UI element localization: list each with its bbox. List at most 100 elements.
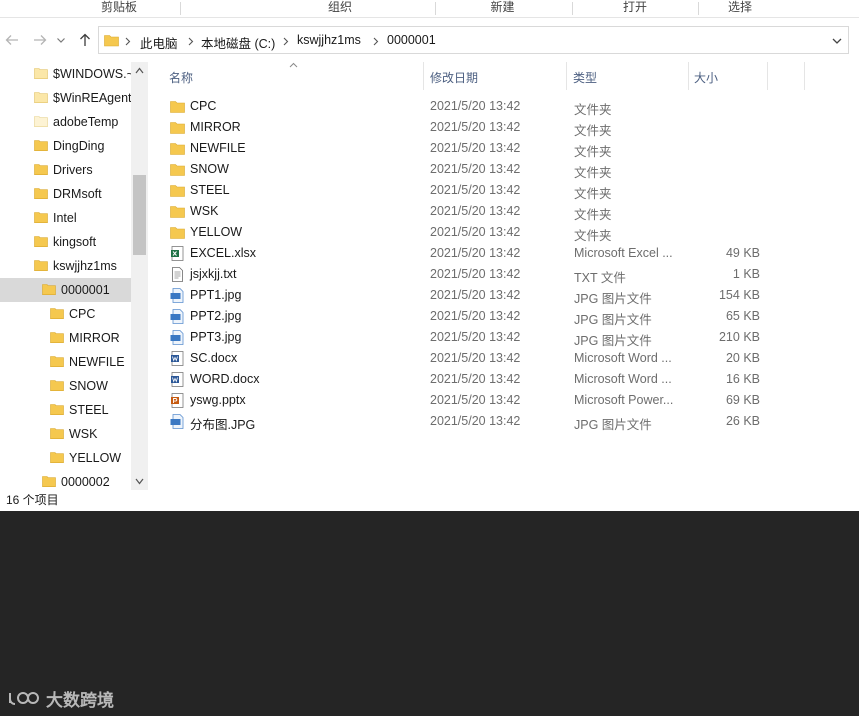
folder-icon bbox=[50, 428, 64, 439]
file-name: CPC bbox=[190, 99, 217, 113]
folder-icon bbox=[170, 101, 185, 113]
tree-item[interactable]: $WINDOWS.~ bbox=[0, 62, 134, 86]
jpg-file-icon bbox=[170, 288, 184, 303]
tree-item[interactable]: SNOW bbox=[0, 374, 131, 398]
file-row[interactable]: NEWFILE 2021/5/20 13:42 文件夹 bbox=[160, 138, 780, 159]
tree-item[interactable]: MIRROR bbox=[0, 326, 131, 350]
tree-item[interactable]: NEWFILE bbox=[0, 350, 131, 374]
breadcrumb-kswjjhz1ms[interactable]: kswjjhz1ms bbox=[297, 33, 361, 47]
tree-scrollbar[interactable] bbox=[131, 62, 148, 490]
folder-icon bbox=[34, 260, 48, 271]
file-name: SC.docx bbox=[190, 351, 238, 365]
file-row[interactable]: STEEL 2021/5/20 13:42 文件夹 bbox=[160, 180, 780, 201]
file-type: 文件夹 bbox=[574, 145, 612, 159]
address-dropdown-icon[interactable] bbox=[832, 37, 842, 45]
file-size: 154 KB bbox=[718, 288, 760, 302]
file-row[interactable]: jsjxkjj.txt 2021/5/20 13:42 TXT 文件 1 KB bbox=[160, 264, 780, 285]
file-row[interactable]: PPT2.jpg 2021/5/20 13:42 JPG 图片文件 65 KB bbox=[160, 306, 780, 327]
chevron-right-icon bbox=[283, 37, 289, 46]
tree-item[interactable]: kingsoft bbox=[0, 230, 131, 254]
file-name: EXCEL.xlsx bbox=[190, 246, 256, 260]
file-row[interactable]: SC.docx 2021/5/20 13:42 Microsoft Word .… bbox=[160, 348, 780, 369]
tree-item[interactable]: 0000002 bbox=[0, 470, 131, 490]
watermark-logo-icon bbox=[9, 691, 39, 705]
tree-item[interactable]: DingDing bbox=[0, 134, 131, 158]
file-row[interactable]: PPT3.jpg 2021/5/20 13:42 JPG 图片文件 210 KB bbox=[160, 327, 780, 348]
back-button[interactable] bbox=[3, 31, 21, 49]
file-row[interactable]: 分布图.JPG 2021/5/20 13:42 JPG 图片文件 26 KB bbox=[160, 411, 780, 432]
column-headers: 名称 修改日期 类型 大小 bbox=[160, 62, 810, 90]
chevron-right-icon bbox=[373, 37, 379, 46]
address-bar[interactable]: 此电脑 本地磁盘 (C:) kswjjhz1ms 0000001 bbox=[98, 26, 849, 54]
tree-item-selected[interactable]: 0000001 bbox=[0, 278, 131, 302]
tree-item[interactable]: WSK bbox=[0, 422, 131, 446]
file-date: 2021/5/20 13:42 bbox=[430, 204, 521, 218]
tree-item[interactable]: adobeTemp bbox=[0, 110, 131, 134]
folder-icon bbox=[34, 92, 48, 103]
file-size: 1 KB bbox=[732, 267, 760, 281]
tree-item-label: WSK bbox=[69, 427, 98, 441]
tree-scroll-thumb[interactable] bbox=[133, 175, 146, 255]
file-row[interactable]: WORD.docx 2021/5/20 13:42 Microsoft Word… bbox=[160, 369, 780, 390]
tree-item[interactable]: Intel bbox=[0, 206, 131, 230]
ribbon-group-open: 打开 bbox=[622, 0, 647, 14]
status-item-count: 16 个项目 bbox=[6, 493, 59, 507]
file-type: 文件夹 bbox=[574, 166, 612, 180]
file-row[interactable]: SNOW 2021/5/20 13:42 文件夹 bbox=[160, 159, 780, 180]
scroll-down-icon[interactable] bbox=[135, 478, 144, 485]
folder-icon bbox=[170, 122, 185, 134]
ribbon-group-select: 选择 bbox=[727, 0, 752, 14]
recent-locations-button[interactable] bbox=[54, 31, 68, 49]
file-row[interactable]: yswg.pptx 2021/5/20 13:42 Microsoft Powe… bbox=[160, 390, 780, 411]
tree-item[interactable]: DRMsoft bbox=[0, 182, 131, 206]
file-date: 2021/5/20 13:42 bbox=[430, 414, 521, 428]
file-name: PPT3.jpg bbox=[190, 330, 242, 344]
breadcrumb-local-disk[interactable]: 本地磁盘 (C:) bbox=[201, 33, 275, 52]
tree-item[interactable]: YELLOW bbox=[0, 446, 131, 470]
up-button[interactable] bbox=[76, 31, 94, 49]
file-row[interactable]: CPC 2021/5/20 13:42 文件夹 bbox=[160, 96, 780, 117]
file-date: 2021/5/20 13:42 bbox=[430, 309, 521, 323]
tree-item[interactable]: Drivers bbox=[0, 158, 131, 182]
folder-icon bbox=[42, 476, 56, 487]
column-header-date[interactable]: 修改日期 bbox=[430, 69, 478, 86]
file-row[interactable]: EXCEL.xlsx 2021/5/20 13:42 Microsoft Exc… bbox=[160, 243, 780, 264]
folder-icon bbox=[170, 164, 185, 176]
folder-icon bbox=[170, 185, 185, 197]
file-row[interactable]: PPT1.jpg 2021/5/20 13:42 JPG 图片文件 154 KB bbox=[160, 285, 780, 306]
navigation-tree: $WINDOWS.~ $WinREAgent adobeTemp DingDin… bbox=[0, 62, 148, 490]
tree-item-label: CPC bbox=[69, 307, 96, 321]
ribbon-group-new: 新建 bbox=[490, 0, 515, 14]
tree-item-label: kswjjhz1ms bbox=[53, 259, 117, 273]
file-row[interactable]: WSK 2021/5/20 13:42 文件夹 bbox=[160, 201, 780, 222]
file-name: WSK bbox=[190, 204, 219, 218]
column-header-size[interactable]: 大小 bbox=[694, 69, 718, 86]
arrow-left-icon bbox=[5, 35, 18, 45]
tree-item-label: 0000002 bbox=[61, 475, 110, 489]
file-date: 2021/5/20 13:42 bbox=[430, 267, 521, 281]
file-row[interactable]: YELLOW 2021/5/20 13:42 文件夹 bbox=[160, 222, 780, 243]
tree-item[interactable]: STEEL bbox=[0, 398, 131, 422]
text-file-icon bbox=[172, 267, 183, 282]
column-header-name[interactable]: 名称 bbox=[169, 69, 193, 86]
file-row[interactable]: MIRROR 2021/5/20 13:42 文件夹 bbox=[160, 117, 780, 138]
tree-item-label: YELLOW bbox=[69, 451, 122, 465]
folder-icon bbox=[34, 212, 48, 223]
tree-item[interactable]: $WinREAgent bbox=[0, 86, 132, 110]
tree-item[interactable]: CPC bbox=[0, 302, 131, 326]
tree-item[interactable]: kswjjhz1ms bbox=[0, 254, 131, 278]
tree-item-label: DRMsoft bbox=[53, 187, 102, 201]
tree-item-label: kingsoft bbox=[53, 235, 97, 249]
folder-icon bbox=[50, 404, 64, 415]
file-type: JPG 图片文件 bbox=[574, 313, 652, 327]
folder-icon bbox=[50, 332, 64, 343]
scroll-up-icon[interactable] bbox=[135, 67, 144, 74]
excel-file-icon bbox=[171, 246, 184, 261]
breadcrumb-0000001[interactable]: 0000001 bbox=[387, 33, 436, 47]
sort-ascending-icon bbox=[289, 62, 298, 68]
column-header-type[interactable]: 类型 bbox=[573, 69, 597, 86]
forward-button[interactable] bbox=[31, 31, 49, 49]
file-name: WORD.docx bbox=[190, 372, 260, 386]
breadcrumb-this-pc[interactable]: 此电脑 bbox=[140, 33, 178, 52]
folder-icon bbox=[170, 206, 185, 218]
